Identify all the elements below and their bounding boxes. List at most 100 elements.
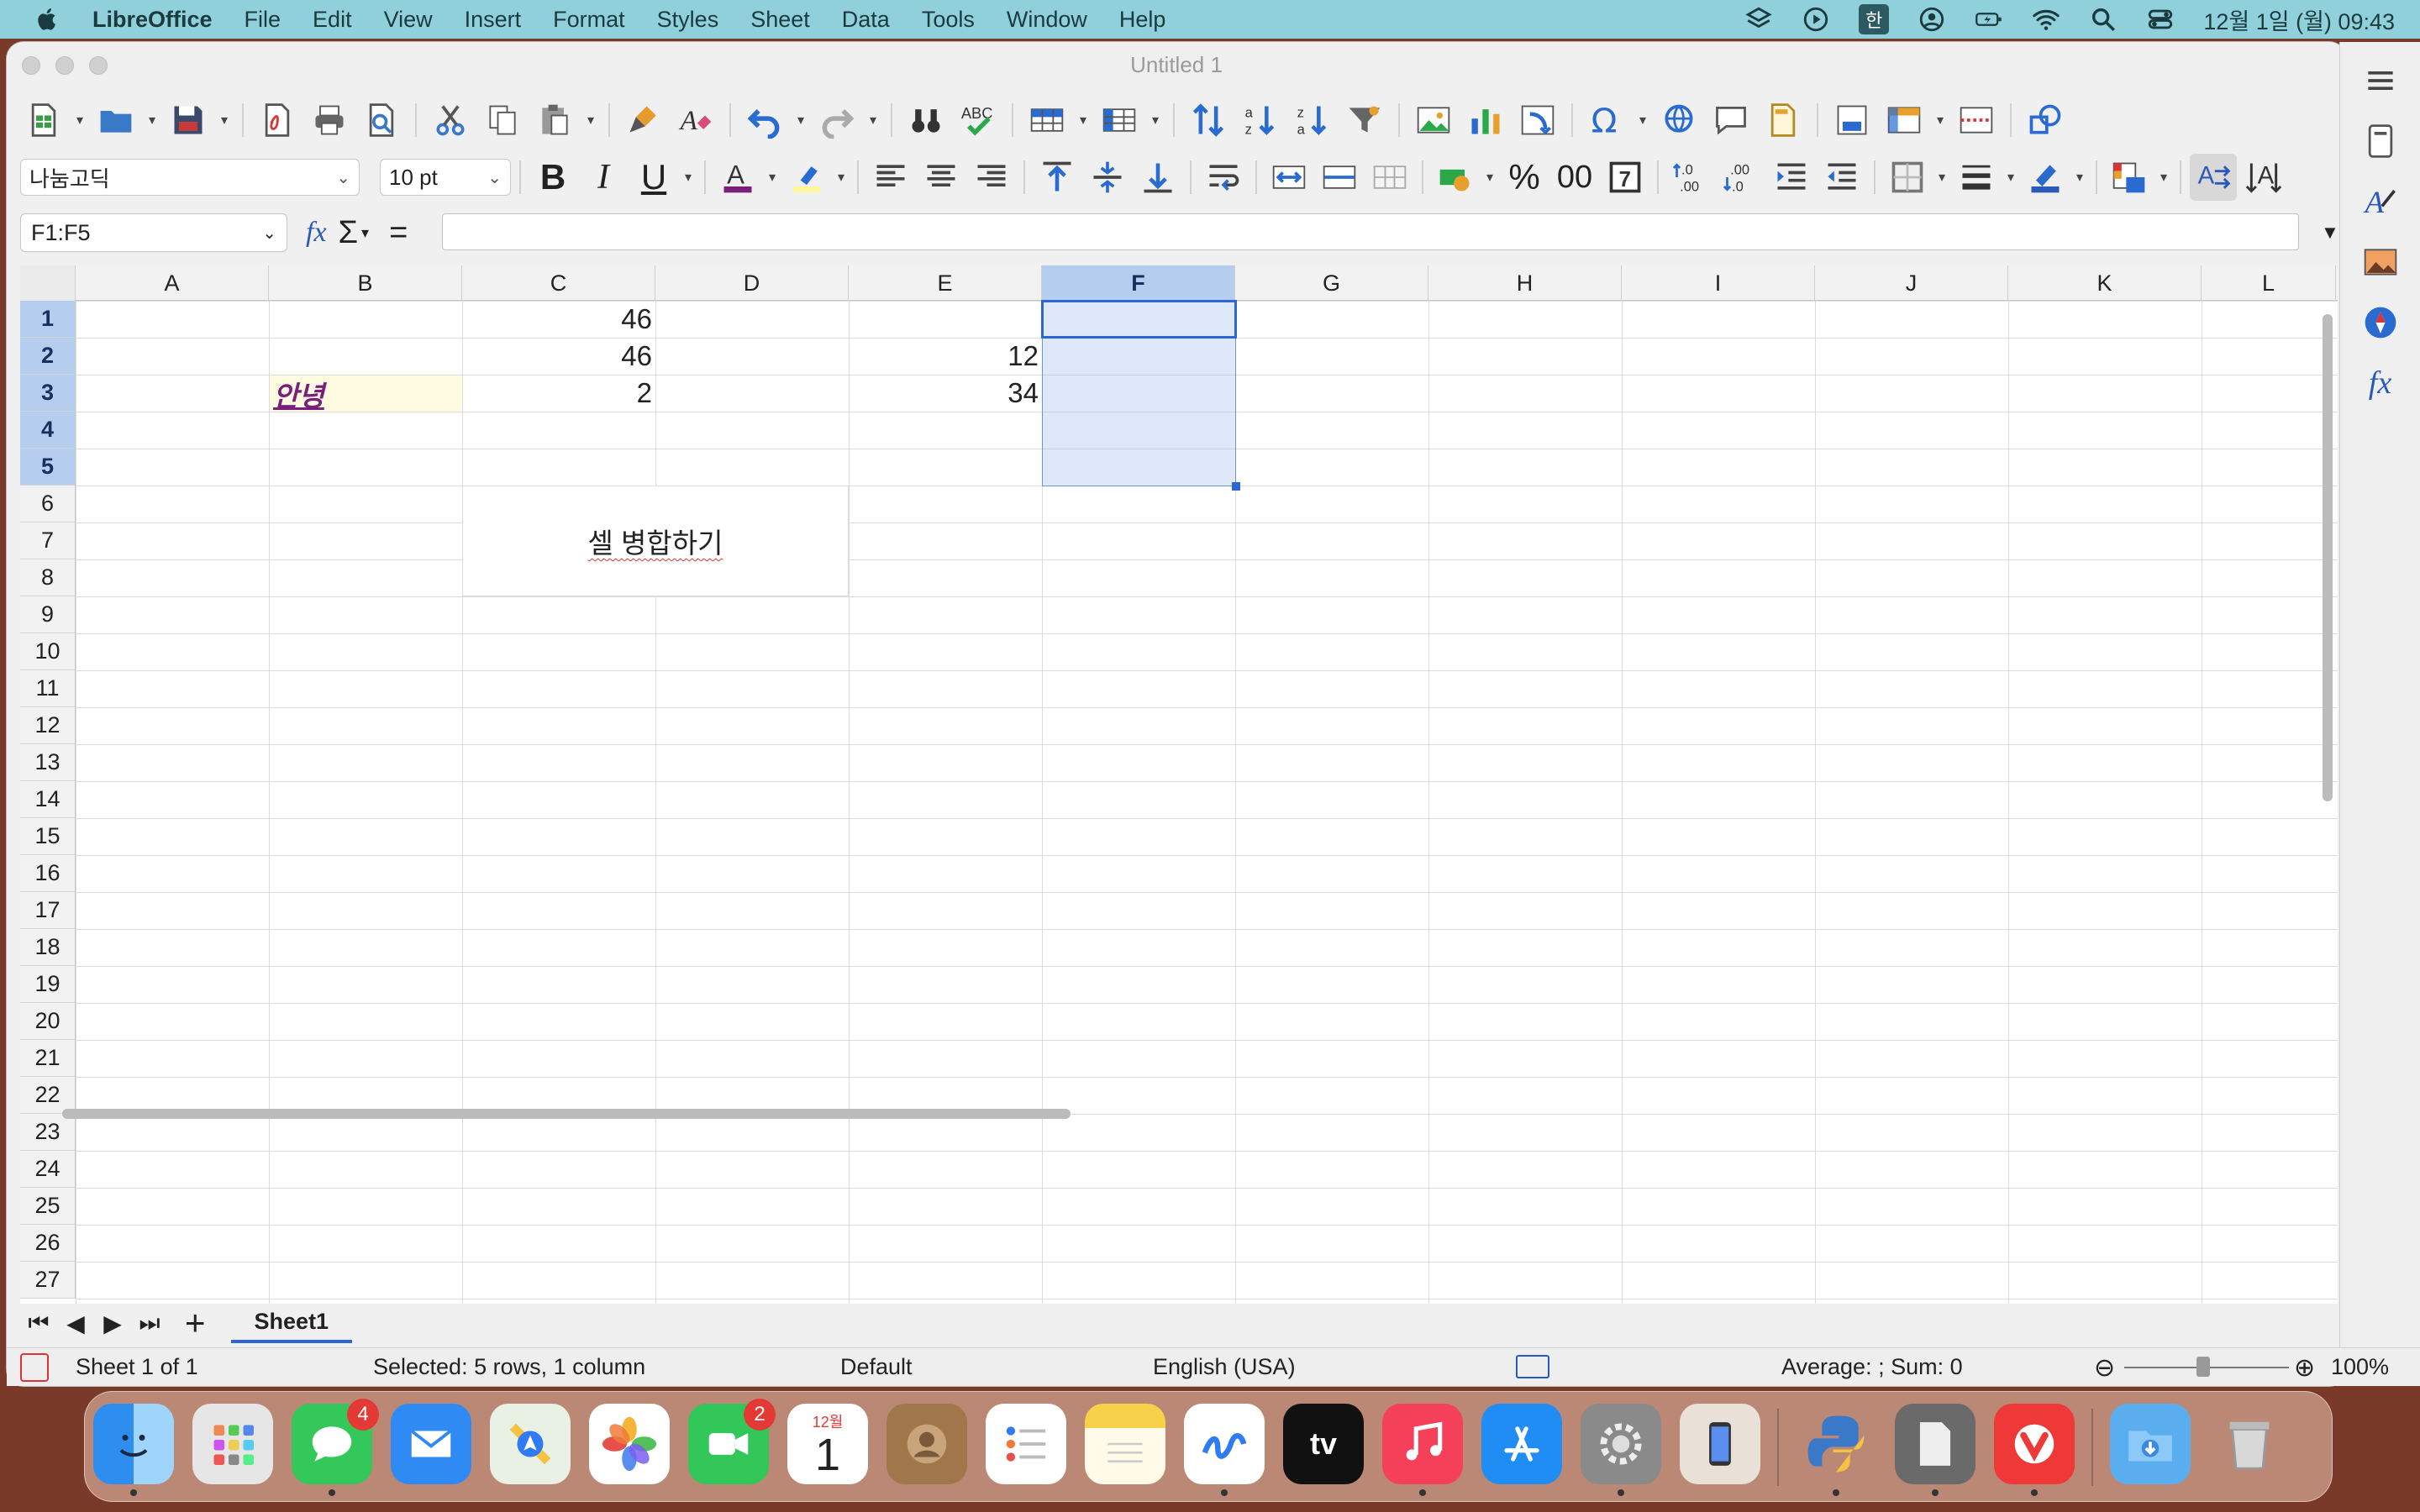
menu-data[interactable]: Data: [842, 7, 890, 33]
column-header-a[interactable]: A: [76, 265, 269, 301]
headers-footers-button[interactable]: [1760, 97, 1807, 144]
clear-formatting-button[interactable]: A: [672, 97, 719, 144]
freeze-rows-columns-button[interactable]: [1881, 97, 1928, 144]
underline-button[interactable]: U: [630, 154, 677, 201]
row-header[interactable]: 24: [20, 1151, 75, 1188]
previous-sheet-icon[interactable]: ◀: [57, 1310, 94, 1337]
new-document-button[interactable]: [20, 97, 67, 144]
next-sheet-icon[interactable]: ▶: [94, 1310, 131, 1337]
first-sheet-icon[interactable]: ⏮: [20, 1310, 57, 1337]
font-name-combobox[interactable]: 나눔고딕 ⌄: [20, 159, 360, 196]
row-header[interactable]: 2: [20, 338, 75, 375]
dock-maps[interactable]: [490, 1404, 571, 1484]
autofilter-button[interactable]: [1341, 97, 1388, 144]
spotlight-search-icon[interactable]: [2089, 5, 2118, 34]
open-button[interactable]: [92, 97, 139, 144]
sort-descending-button[interactable]: za: [1289, 97, 1336, 144]
print-preview-button[interactable]: [358, 97, 405, 144]
decrease-indent-button[interactable]: [1818, 154, 1865, 201]
cell-c1[interactable]: 46: [462, 301, 655, 338]
sum-icon[interactable]: Σ: [339, 215, 359, 251]
column-header-j[interactable]: J: [1815, 265, 2008, 301]
insert-chart-button[interactable]: [1462, 97, 1509, 144]
status-summary[interactable]: Average: ; Sum: 0: [1781, 1354, 1963, 1380]
row-header[interactable]: 8: [20, 559, 75, 596]
dock-libreoffice[interactable]: [1895, 1404, 1975, 1496]
print-button[interactable]: [306, 97, 353, 144]
vertical-scrollbar[interactable]: [2319, 302, 2334, 806]
dock-notes[interactable]: [1085, 1404, 1165, 1484]
dock-iphone-mirroring[interactable]: [1680, 1404, 1760, 1484]
sidebar-gallery-button[interactable]: [2359, 240, 2402, 284]
merge-center-button[interactable]: [1265, 154, 1313, 201]
dock-photos[interactable]: [589, 1404, 670, 1484]
spelling-button[interactable]: ABC: [955, 97, 1002, 144]
row-header[interactable]: 7: [20, 522, 75, 559]
play-circle-icon[interactable]: [1802, 5, 1830, 34]
dock-apple-tv[interactable]: tv: [1283, 1404, 1364, 1484]
apple-icon[interactable]: [35, 7, 60, 32]
battery-icon[interactable]: [1975, 5, 2003, 34]
save-button[interactable]: [165, 97, 212, 144]
dock-downloads-folder[interactable]: [2110, 1404, 2191, 1484]
row-header[interactable]: 13: [20, 744, 75, 781]
number-format-button[interactable]: 00: [1551, 154, 1598, 201]
cell-area[interactable]: 46 46 2 12 34 안녕 셀 병합하기: [76, 300, 2338, 1324]
row-header[interactable]: 10: [20, 633, 75, 670]
menu-edit[interactable]: Edit: [313, 7, 352, 33]
control-center-icon[interactable]: [2146, 5, 2175, 34]
font-size-combobox[interactable]: 10 pt ⌄: [380, 159, 511, 196]
border-color-button[interactable]: [2022, 154, 2069, 201]
currency-format-button[interactable]: [1432, 154, 1479, 201]
row-header[interactable]: 15: [20, 818, 75, 855]
redo-button[interactable]: [813, 97, 860, 144]
sort-button[interactable]: [1185, 97, 1232, 144]
redo-dropdown-arrow[interactable]: ▾: [865, 97, 881, 144]
new-dropdown-arrow[interactable]: ▾: [72, 97, 87, 144]
column-header-e[interactable]: E: [849, 265, 1042, 301]
highlight-dropdown-arrow[interactable]: ▾: [834, 154, 849, 201]
row-header[interactable]: 9: [20, 596, 75, 633]
row-header[interactable]: 27: [20, 1262, 75, 1299]
dock-python-launcher[interactable]: [1796, 1404, 1876, 1496]
add-decimal-button[interactable]: .0.00: [1667, 154, 1714, 201]
delete-decimal-button[interactable]: .00.0: [1718, 154, 1765, 201]
cell-c2[interactable]: 46: [462, 338, 655, 375]
border-style-dropdown-arrow[interactable]: ▾: [2003, 154, 2018, 201]
align-center-button[interactable]: [918, 154, 965, 201]
dock-contacts[interactable]: [886, 1404, 967, 1484]
merged-cell-c6-d8[interactable]: 셀 병합하기: [463, 486, 849, 596]
font-color-dropdown-arrow[interactable]: ▾: [765, 154, 780, 201]
dock-vivaldi[interactable]: [1994, 1404, 2075, 1496]
menu-help[interactable]: Help: [1119, 7, 1166, 33]
dock-reminders[interactable]: [986, 1404, 1066, 1484]
insert-image-button[interactable]: [1410, 97, 1457, 144]
align-top-button[interactable]: [1034, 154, 1081, 201]
function-wizard-icon[interactable]: fx: [306, 217, 327, 249]
wrap-text-button[interactable]: [1200, 154, 1247, 201]
zoom-out-icon[interactable]: ⊖: [2094, 1353, 2115, 1383]
row-header[interactable]: 1: [20, 301, 75, 338]
copy-button[interactable]: [479, 97, 526, 144]
center-vertically-button[interactable]: [1084, 154, 1131, 201]
save-dropdown-arrow[interactable]: ▾: [217, 97, 232, 144]
sort-ascending-button[interactable]: az: [1237, 97, 1284, 144]
status-page-style[interactable]: Default: [840, 1354, 913, 1380]
status-language[interactable]: English (USA): [1153, 1354, 1296, 1380]
column-header-g[interactable]: G: [1235, 265, 1428, 301]
input-method-indicator[interactable]: 한: [1859, 4, 1890, 34]
dock-app-store[interactable]: [1481, 1404, 1562, 1484]
percent-format-button[interactable]: %: [1501, 154, 1548, 201]
formula-equals-icon[interactable]: =: [389, 215, 408, 251]
close-window-button[interactable]: [22, 56, 40, 75]
row-header[interactable]: 19: [20, 966, 75, 1003]
dock-facetime[interactable]: 2: [688, 1399, 776, 1484]
column-button[interactable]: [1096, 97, 1143, 144]
font-color-button[interactable]: A: [714, 154, 761, 201]
zoom-slider-thumb[interactable]: [2196, 1357, 2210, 1377]
unmerge-cells-button[interactable]: [1366, 154, 1413, 201]
row-header[interactable]: 21: [20, 1040, 75, 1077]
row-button[interactable]: [1023, 97, 1071, 144]
conditional-format-button[interactable]: [2106, 154, 2153, 201]
menu-view[interactable]: View: [384, 7, 433, 33]
